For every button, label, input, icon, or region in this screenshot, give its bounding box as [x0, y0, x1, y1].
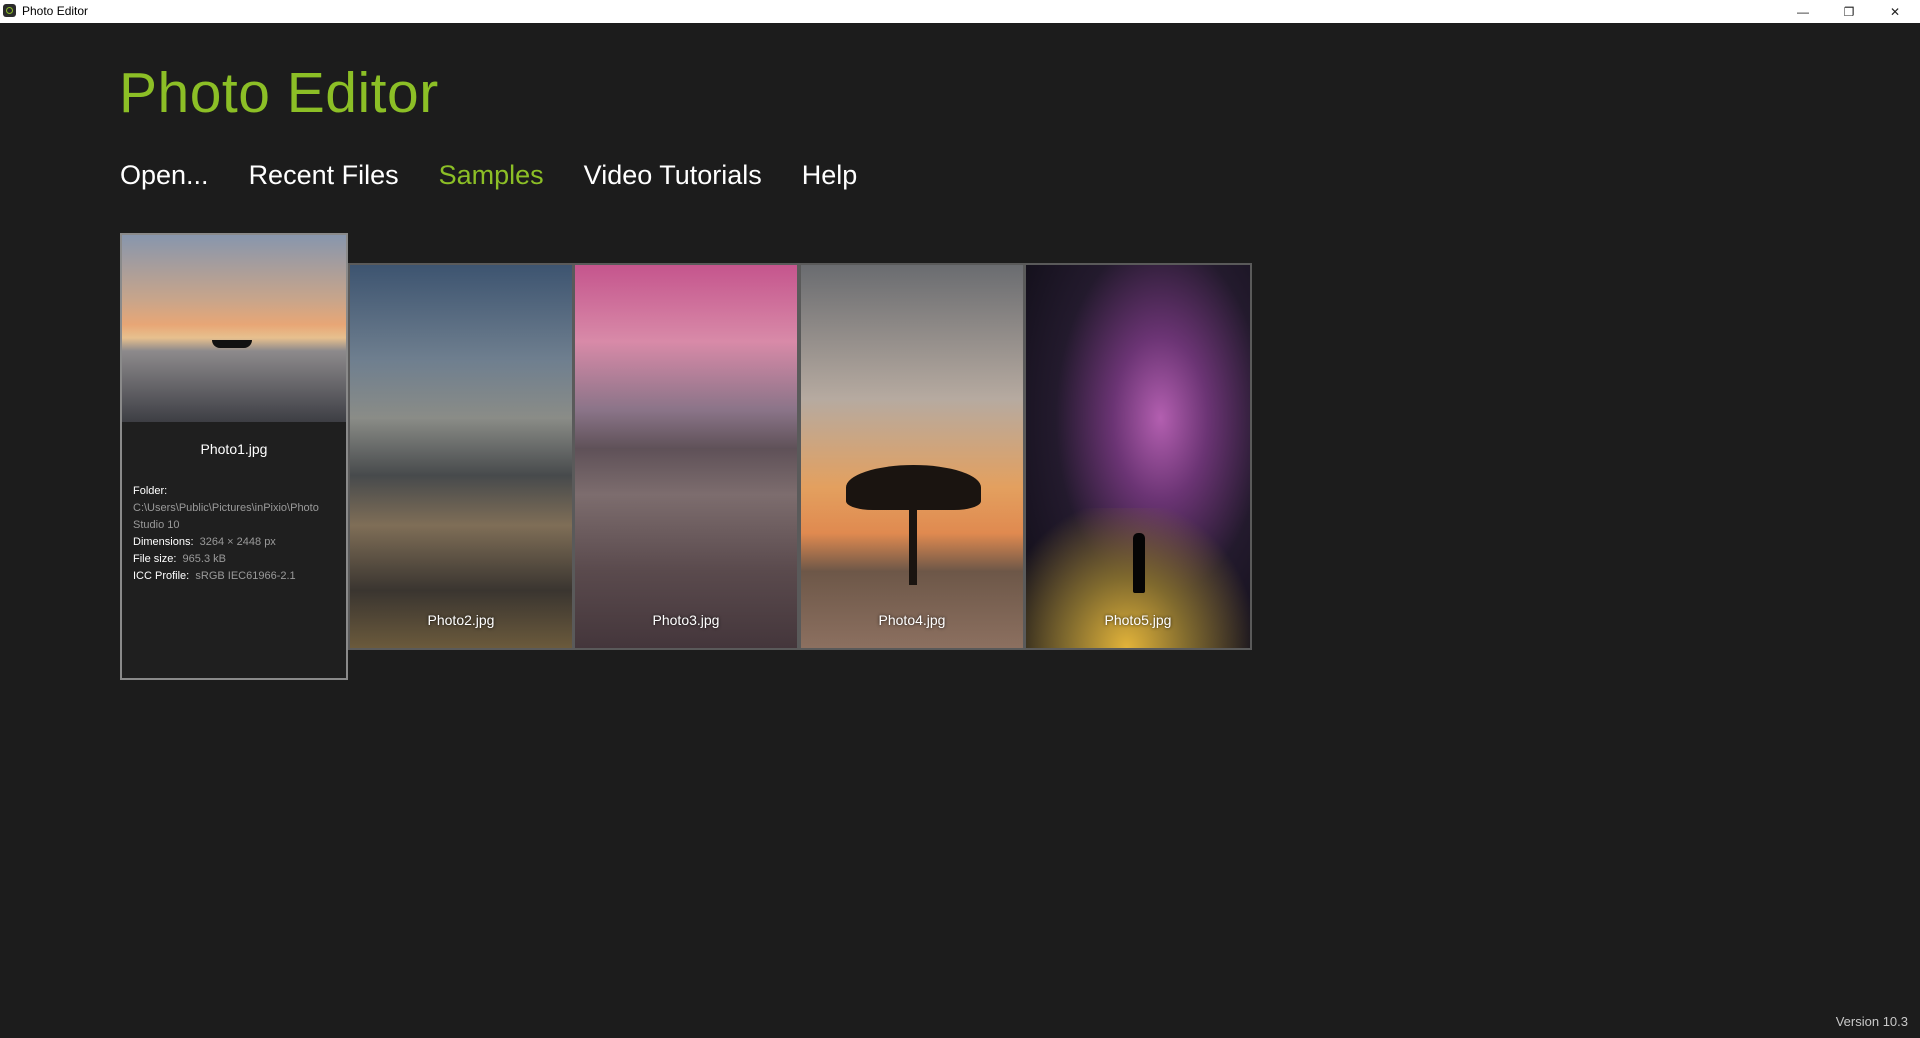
sample-name: Photo1.jpg — [200, 441, 268, 457]
thumbnail-photo4 — [801, 265, 1023, 648]
sample-name: Photo4.jpg — [878, 612, 946, 628]
sample-card-photo5[interactable]: Photo5.jpg — [1024, 263, 1252, 650]
nav-help[interactable]: Help — [802, 160, 858, 191]
nav-open[interactable]: Open... — [120, 160, 209, 191]
nav-samples[interactable]: Samples — [439, 160, 544, 191]
thumbnail-photo2 — [350, 265, 572, 648]
sample-card-photo1[interactable]: Photo1.jpg Folder: C:\Users\Public\Pictu… — [120, 233, 348, 680]
file-info: Folder: C:\Users\Public\Pictures\inPixio… — [133, 483, 343, 585]
main-nav: Open... Recent Files Samples Video Tutor… — [120, 160, 857, 191]
sample-card-photo3[interactable]: Photo3.jpg — [573, 263, 799, 650]
thumbnail-photo1 — [122, 235, 346, 422]
info-label: Dimensions: — [133, 536, 194, 548]
sample-name: Photo2.jpg — [427, 612, 495, 628]
info-filesize: 965.3 kB — [182, 553, 226, 565]
info-dimensions: 3264 × 2448 px — [199, 536, 276, 548]
sample-name: Photo3.jpg — [652, 612, 720, 628]
app-icon — [3, 4, 16, 17]
sample-card-photo4[interactable]: Photo4.jpg — [799, 263, 1025, 650]
nav-recent-files[interactable]: Recent Files — [249, 160, 399, 191]
nav-video-tutorials[interactable]: Video Tutorials — [584, 160, 762, 191]
info-label: Folder: — [133, 485, 168, 497]
info-label: File size: — [133, 553, 177, 565]
window-title: Photo Editor — [22, 4, 89, 18]
info-folder: C:\Users\Public\Pictures\inPixio\Photo S… — [133, 502, 319, 531]
version-label: Version 10.3 — [1835, 1014, 1908, 1029]
close-button[interactable]: ✕ — [1872, 0, 1918, 23]
thumbnail-photo5 — [1026, 265, 1250, 648]
app-title: Photo Editor — [119, 61, 439, 125]
title-bar: Photo Editor — ❐ ✕ — [0, 0, 1920, 23]
restore-button[interactable]: ❐ — [1826, 0, 1872, 23]
sample-name: Photo5.jpg — [1104, 612, 1172, 628]
info-icc: sRGB IEC61966-2.1 — [195, 570, 296, 582]
minimize-button[interactable]: — — [1780, 0, 1826, 23]
sample-card-photo2[interactable]: Photo2.jpg — [348, 263, 574, 650]
thumbnail-photo3 — [575, 265, 797, 648]
info-label: ICC Profile: — [133, 570, 190, 582]
